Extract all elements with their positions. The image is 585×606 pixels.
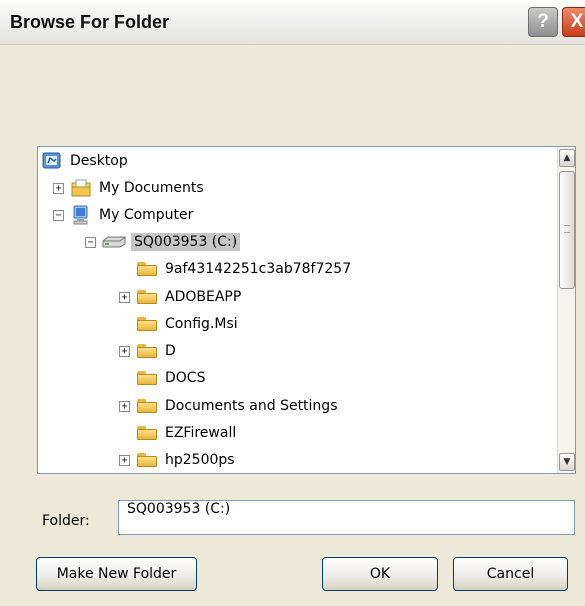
tree-item-label: Documents and Settings [165, 398, 338, 414]
folder-icon [137, 290, 157, 304]
tree-item-my-documents[interactable]: My Documents [71, 176, 207, 200]
tree-item-folder[interactable]: D [137, 339, 179, 363]
tree-item-label: My Documents [99, 180, 204, 196]
tree-item-drive-c[interactable]: SQ003953 (C:) [102, 230, 241, 254]
expand-toggle[interactable]: + [119, 401, 130, 412]
tree-item-folder[interactable]: EZFirewall [137, 421, 239, 445]
collapse-toggle[interactable]: − [53, 210, 64, 221]
tree-item-label: Desktop [70, 153, 128, 169]
browse-for-folder-dialog: Browse For Folder ? X Desktop + My Docum… [0, 0, 585, 606]
chevron-down-icon: ▼ [563, 457, 571, 467]
tree-item-folder[interactable]: Documents and Settings [137, 394, 340, 418]
folder-tree[interactable]: Desktop + My Documents − My Computer − S… [37, 146, 576, 474]
tree-item-label: DOCS [165, 370, 206, 386]
folder-icon [137, 371, 157, 385]
help-icon: ? [537, 11, 549, 32]
scroll-down-button[interactable]: ▼ [559, 453, 575, 471]
cancel-label: Cancel [486, 566, 535, 582]
chevron-up-icon: ▲ [563, 153, 571, 163]
folder-input[interactable]: SQ003953 (C:) [118, 500, 575, 535]
ok-label: OK [369, 566, 391, 582]
make-new-folder-button[interactable]: Make New Folder [36, 557, 197, 591]
tree-item-folder[interactable]: hp2500ps [137, 448, 238, 472]
tree-item-my-computer[interactable]: My Computer [71, 203, 196, 227]
desktop-icon [42, 152, 61, 169]
folder-icon [137, 426, 157, 440]
tree-item-label: 9af43142251c3ab78f7257 [165, 261, 352, 277]
my-documents-icon [71, 179, 91, 197]
make-new-folder-label: Make New Folder [56, 566, 177, 582]
tree-item-label: Config.Msi [165, 316, 238, 332]
tree-item-label: EZFirewall [165, 425, 237, 441]
close-button[interactable]: X [562, 7, 585, 37]
tree-item-desktop[interactable]: Desktop [42, 149, 131, 173]
tree-item-label: SQ003953 (C:) [131, 233, 241, 251]
folder-field-label: Folder: [42, 513, 90, 529]
scroll-up-button[interactable]: ▲ [559, 149, 575, 167]
tree-item-folder[interactable]: Config.Msi [137, 312, 241, 336]
cancel-button[interactable]: Cancel [453, 557, 568, 591]
folder-icon [137, 344, 157, 358]
grip-icon [564, 225, 570, 233]
drive-icon [102, 236, 126, 248]
tree-item-label: My Computer [99, 207, 194, 223]
vertical-scrollbar[interactable]: ▲ ▼ [557, 147, 575, 473]
close-icon: X [570, 11, 584, 32]
expand-toggle[interactable]: + [119, 346, 130, 357]
folder-icon [137, 453, 157, 467]
tree-item-folder[interactable]: 9af43142251c3ab78f7257 [137, 257, 354, 281]
expand-toggle[interactable]: + [53, 183, 64, 194]
folder-icon [137, 399, 157, 413]
tree-item-folder[interactable]: DOCS [137, 366, 208, 390]
window-title: Browse For Folder [10, 12, 170, 32]
folder-icon [137, 262, 157, 276]
tree-item-label: hp2500ps [165, 452, 235, 468]
scrollbar-thumb[interactable] [559, 171, 575, 289]
title-bar[interactable]: Browse For Folder ? X [0, 0, 585, 45]
folder-input-value: SQ003953 (C:) [127, 501, 231, 517]
tree-item-label: D [165, 343, 176, 359]
folder-icon [137, 317, 157, 331]
expand-toggle[interactable]: + [119, 455, 130, 466]
collapse-toggle[interactable]: − [85, 237, 96, 248]
expand-toggle[interactable]: + [119, 292, 130, 303]
ok-button[interactable]: OK [322, 557, 438, 591]
tree-item-folder[interactable]: ADOBEAPP [137, 285, 244, 309]
my-computer-icon [73, 205, 88, 225]
tree-item-label: ADOBEAPP [165, 289, 242, 305]
help-button[interactable]: ? [528, 7, 558, 37]
